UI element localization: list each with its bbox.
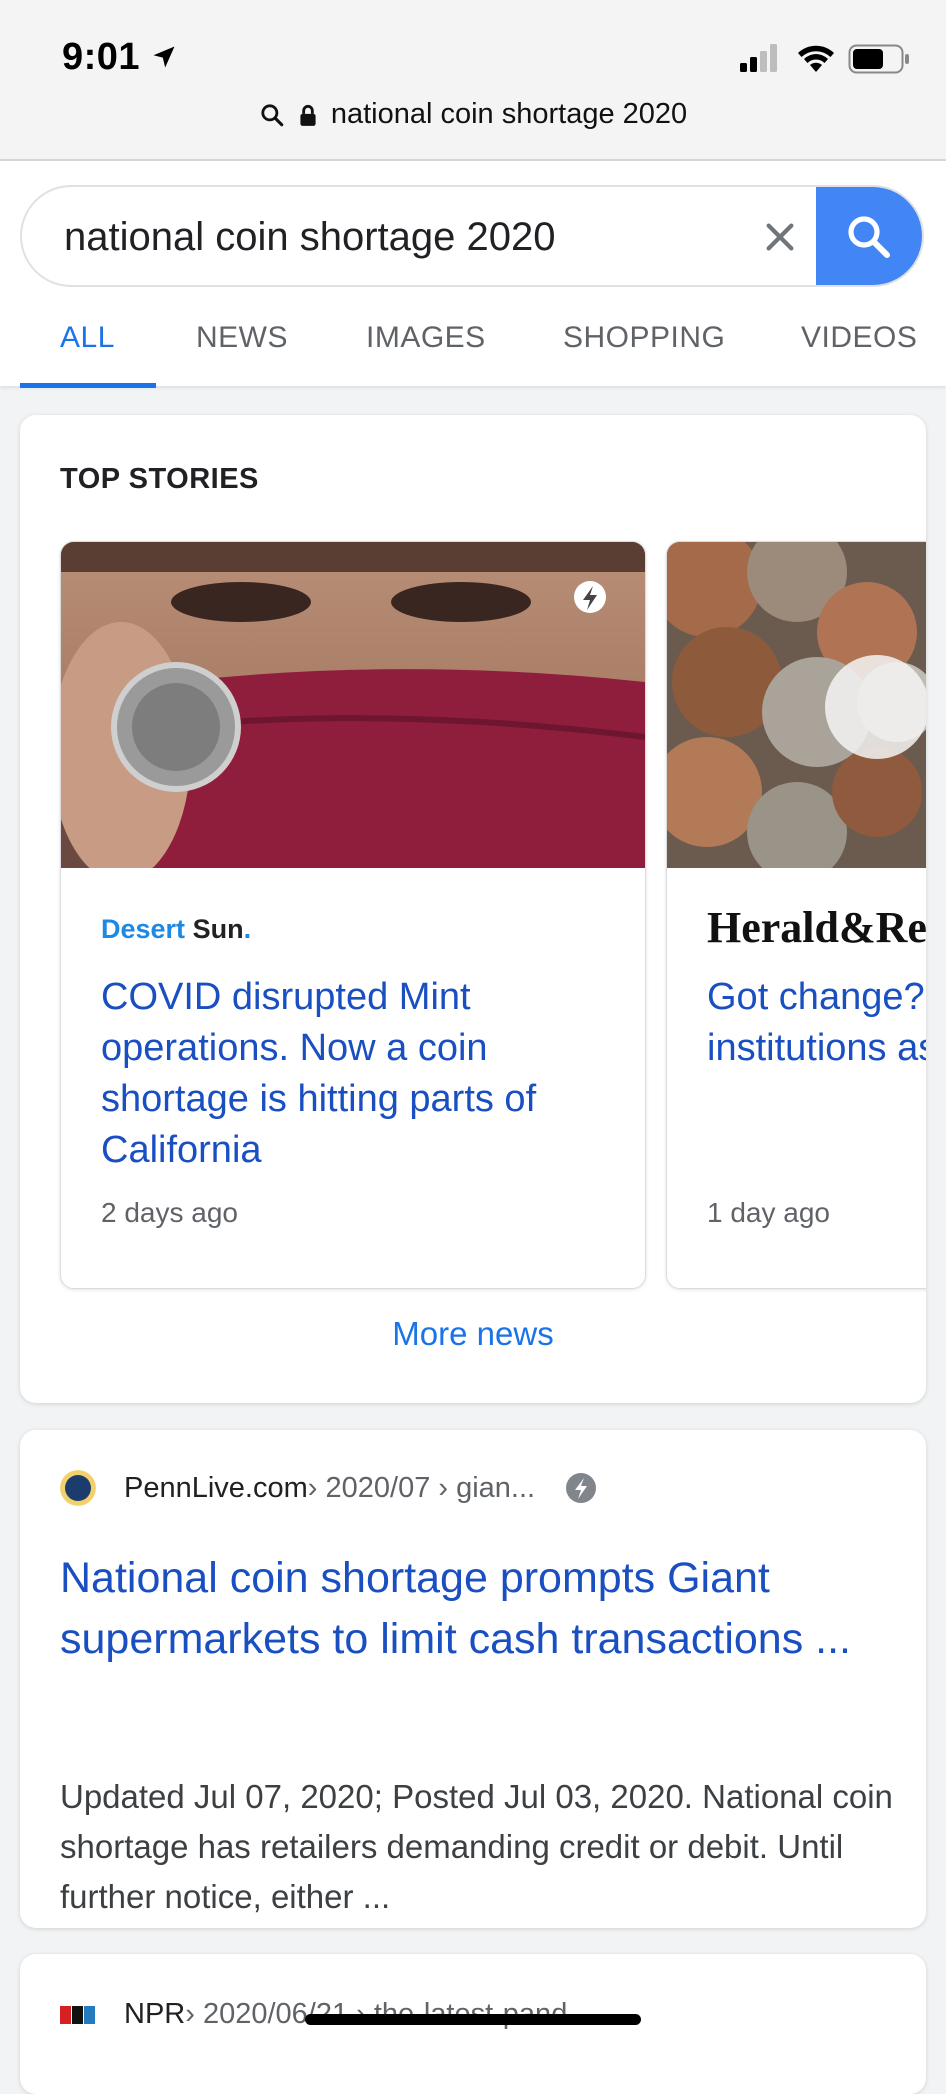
search-tabs: ALL NEWS IMAGES SHOPPING VIDEOS (0, 317, 946, 386)
result-snippet: Updated Jul 07, 2020; Posted Jul 03, 202… (60, 1778, 893, 1915)
result-title[interactable]: National coin shortage prompts Giant sup… (60, 1548, 900, 1670)
story-timestamp: 1 day ago (707, 1197, 830, 1228)
cellular-signal-icon (740, 44, 777, 72)
address-bar[interactable]: national coin shortage 2020 (0, 98, 946, 142)
story-timestamp: 2 days ago (101, 1197, 238, 1228)
search-header: national coin shortage 2020 ALL NEWS IMA… (0, 161, 946, 388)
address-text: national coin shortage 2020 (330, 98, 688, 130)
search-icon (848, 216, 890, 258)
clear-search-button[interactable] (752, 209, 808, 265)
search-input[interactable]: national coin shortage 2020 (64, 215, 555, 260)
story-headline[interactable]: COVID disrupted Mint operations. Now a c… (101, 972, 611, 1176)
story-source-logo: Herald&Re (707, 903, 926, 952)
tab-all[interactable]: ALL (60, 321, 115, 355)
location-arrow-icon (153, 46, 175, 68)
home-indicator[interactable] (305, 2014, 641, 2025)
search-box[interactable]: national coin shortage 2020 (20, 185, 924, 287)
tab-shopping[interactable]: SHOPPING (563, 321, 725, 355)
wifi-icon (798, 45, 834, 72)
story-source-logo: Desert Sun. (101, 914, 252, 944)
close-icon (766, 223, 794, 251)
status-bar: 9:01 national coin shortage 2020 (0, 0, 946, 160)
amp-lightning-icon (566, 1473, 597, 1503)
tab-videos[interactable]: VIDEOS (801, 321, 917, 355)
lock-icon (300, 104, 316, 126)
more-news-link[interactable]: More news (20, 1315, 926, 1353)
result-site: NPR (124, 1998, 186, 2030)
story-headline[interactable]: Got change? shortage has institutions as… (707, 972, 926, 1074)
tab-news[interactable]: NEWS (196, 321, 288, 355)
result-site: PennLive.com (124, 1471, 308, 1504)
top-stories-heading: TOP STORIES (60, 463, 259, 495)
result-path: › 2020/07 › gian... (307, 1471, 536, 1504)
search-icon (261, 103, 284, 126)
battery-icon (848, 44, 909, 74)
npr-logo-icon (60, 2005, 95, 2024)
site-favicon-icon (60, 1470, 96, 1506)
story-card[interactable]: Herald&Re Got change? shortage has insti… (666, 541, 926, 1289)
search-button[interactable] (816, 187, 922, 285)
active-tab-indicator (20, 383, 156, 388)
result-citation[interactable]: PennLive.com › 2020/07 › gian... (60, 1470, 597, 1506)
story-image (61, 542, 645, 868)
search-result-card: PennLive.com › 2020/07 › gian... Nationa… (20, 1430, 926, 1928)
clock: 9:01 (62, 36, 141, 78)
tab-images[interactable]: IMAGES (366, 321, 486, 355)
top-stories-card: TOP STORIES Desert Sun. COVID disrupted … (20, 415, 926, 1403)
story-image (667, 542, 926, 868)
story-card[interactable]: Desert Sun. COVID disrupted Mint operati… (60, 541, 646, 1289)
